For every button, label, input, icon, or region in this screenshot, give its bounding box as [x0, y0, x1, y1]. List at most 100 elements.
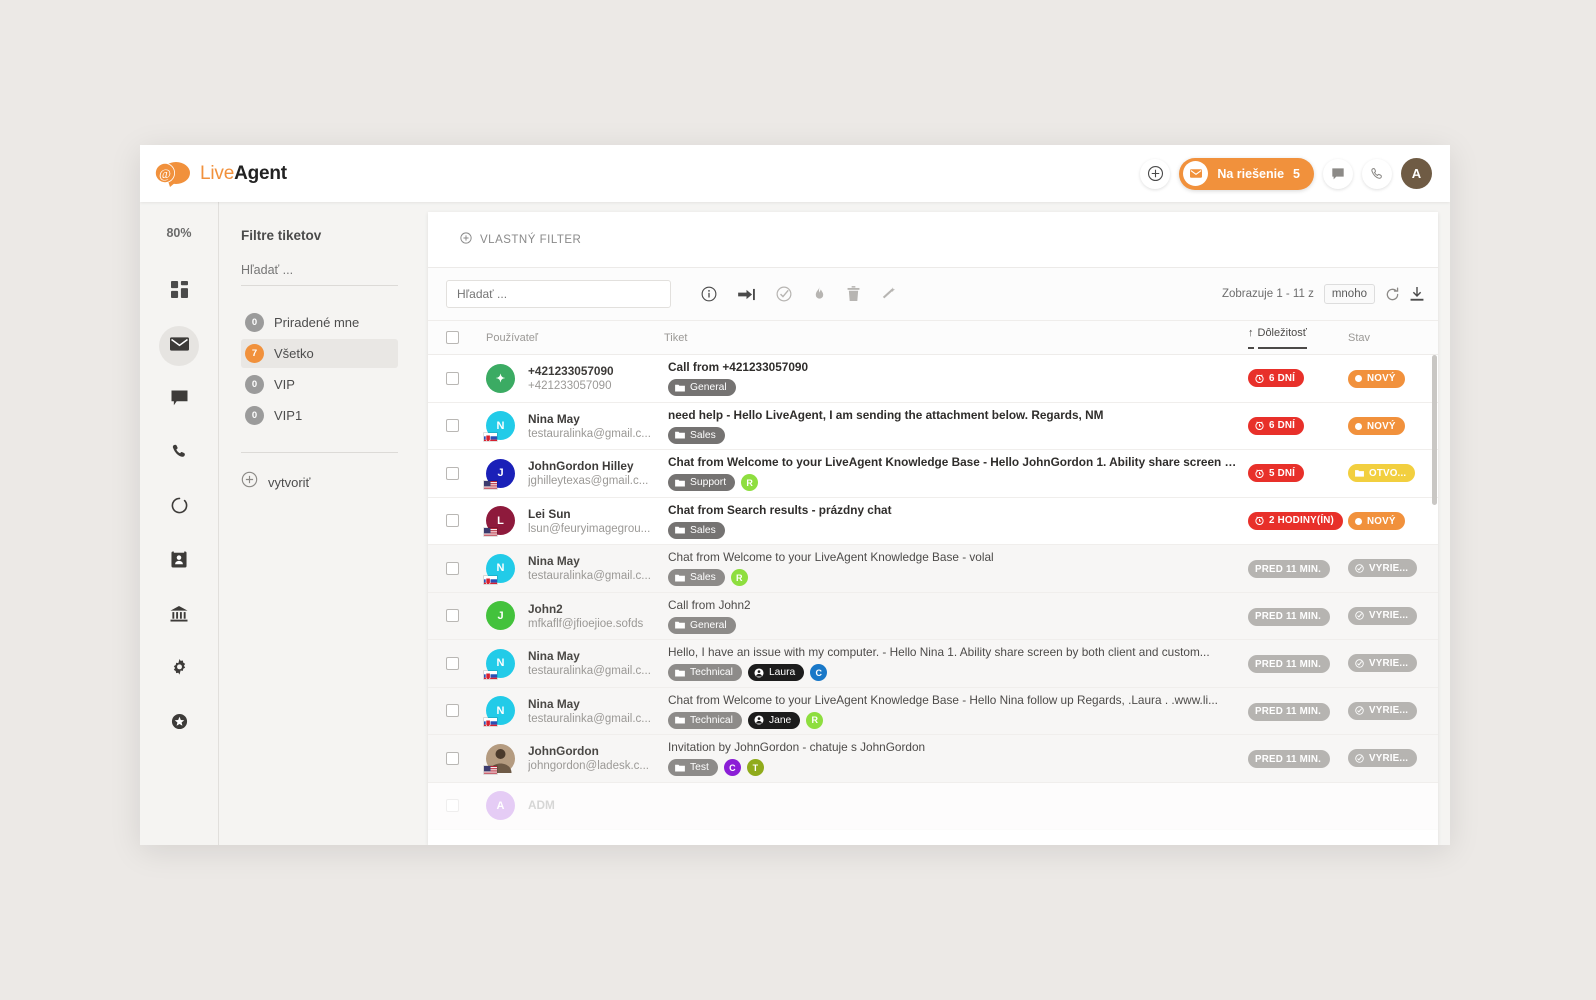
column-header-user[interactable]: Používateľ: [486, 332, 664, 344]
filters-search-input[interactable]: [241, 260, 398, 286]
row-state-cell: VYRIE...: [1348, 654, 1438, 673]
table-row[interactable]: JohnGordon johngordon@ladesk.c... Invitati…: [428, 735, 1438, 783]
tag-agent[interactable]: Jane: [747, 711, 801, 729]
ticket-subject: need help - Hello LiveAgent, I am sendin…: [668, 407, 1104, 422]
table-row[interactable]: N Nina May testauralinka@gmail.c... need he…: [428, 402, 1438, 450]
tag-dot[interactable]: C: [810, 664, 828, 682]
tag-department[interactable]: Sales: [668, 426, 725, 444]
filter-label: Všetko: [274, 346, 314, 361]
solve-queue-button[interactable]: Na riešenie 5: [1179, 157, 1314, 190]
tag-department[interactable]: Technical: [668, 664, 742, 682]
row-user-cell: Lei Sun lsun@feuryimagegrou...: [528, 507, 668, 535]
filter-count-badge: 0: [245, 406, 264, 425]
row-checkbox[interactable]: [446, 609, 459, 623]
table-row[interactable]: L Lei Sun lsun@feuryimagegrou... Chat from …: [428, 497, 1438, 545]
table-row[interactable]: N Nina May testauralinka@gmail.c... Hello, …: [428, 640, 1438, 688]
row-checkbox-cell: [446, 609, 486, 623]
chat-bubble-icon: [171, 389, 188, 411]
row-checkbox[interactable]: [446, 704, 459, 718]
tag-dot[interactable]: C: [723, 759, 741, 777]
ticket-filters-panel: Filtre tiketov 0 Priradené mne 7 Všetko …: [218, 202, 418, 845]
download-icon[interactable]: [1410, 286, 1424, 302]
info-circle-icon[interactable]: [701, 286, 717, 302]
sidebar-item-reports[interactable]: [159, 596, 199, 636]
filter-item-all[interactable]: 7 Všetko: [241, 339, 398, 368]
column-header-ticket[interactable]: Tiket: [664, 332, 1248, 344]
user-email: jghilleytexas@gmail.c...: [528, 475, 649, 488]
column-header-state[interactable]: Stav: [1348, 332, 1438, 344]
row-checkbox[interactable]: [446, 561, 459, 575]
liveagent-logo[interactable]: @ LiveAgent: [154, 161, 287, 187]
vertical-scrollbar[interactable]: [1432, 355, 1437, 505]
row-checkbox[interactable]: [446, 514, 459, 528]
tag-dot[interactable]: R: [741, 474, 759, 492]
tickets-table-body[interactable]: ✦ +421233057090 +421233057090 Call from +42…: [428, 355, 1438, 845]
chat-bubble-icon[interactable]: [1323, 158, 1353, 189]
row-checkbox[interactable]: [446, 656, 459, 670]
tag-department[interactable]: Sales: [668, 569, 725, 587]
flag-icon: [483, 527, 498, 538]
table-row[interactable]: A ADM: [428, 782, 1438, 830]
page-size-select[interactable]: mnoho: [1323, 284, 1375, 304]
toolbar-icon-group: [701, 286, 897, 302]
wand-icon[interactable]: [881, 286, 897, 302]
refresh-icon[interactable]: [1385, 286, 1400, 302]
sidebar-item-calls[interactable]: [159, 434, 199, 474]
row-ticket-cell: Hello, I have an issue with my computer.…: [668, 645, 1248, 682]
table-row[interactable]: J John2 mfkaflf@jfioejioe.sofds Call from J…: [428, 592, 1438, 640]
create-filter-button[interactable]: vytvoriť: [241, 471, 398, 493]
sidebar-item-settings[interactable]: [159, 650, 199, 690]
row-checkbox[interactable]: [446, 466, 459, 480]
fire-icon[interactable]: [813, 286, 826, 302]
tag-agent[interactable]: Laura: [747, 664, 805, 682]
plus-circle-icon[interactable]: [1140, 158, 1171, 189]
forward-arrow-icon[interactable]: [738, 288, 755, 301]
tag-dot[interactable]: T: [746, 759, 764, 777]
svg-text:@: @: [159, 166, 171, 181]
table-row[interactable]: N Nina May testauralinka@gmail.c... Chat fr…: [428, 687, 1438, 735]
row-user-cell: Nina May testauralinka@gmail.c...: [528, 554, 668, 582]
sidebar-item-contacts[interactable]: [159, 542, 199, 582]
flag-icon: [483, 574, 498, 585]
row-checkbox[interactable]: [446, 371, 459, 385]
user-name: ADM: [528, 797, 555, 812]
liveagent-app-window: @ LiveAgent Na riešenie 5 A 80% Filtre t…: [140, 145, 1450, 845]
tag-department[interactable]: Sales: [668, 521, 725, 539]
check-circle-icon[interactable]: [776, 286, 792, 302]
tag-department[interactable]: Support: [668, 474, 736, 492]
filter-count-badge: 0: [245, 313, 264, 332]
tag-label: Sales: [690, 524, 716, 536]
tab-custom-filter[interactable]: VLASTNÝ FILTER: [460, 232, 581, 247]
avatar[interactable]: A: [1401, 158, 1432, 189]
table-row[interactable]: J JohnGordon Hilley jghilleytexas@gmail.c.…: [428, 450, 1438, 498]
sidebar-item-activity[interactable]: [159, 488, 199, 528]
filter-count-badge: 7: [245, 344, 264, 363]
priority-label: PRED 11 MIN.: [1255, 563, 1322, 575]
tag-department[interactable]: Test: [668, 759, 718, 777]
row-checkbox-cell: [446, 514, 486, 528]
sidebar-item-dashboard[interactable]: [159, 272, 199, 312]
row-checkbox-cell: [446, 371, 486, 385]
tag-dot[interactable]: R: [730, 569, 748, 587]
phone-icon[interactable]: [1362, 158, 1392, 189]
tag-label: General: [690, 619, 727, 631]
select-all-checkbox[interactable]: [446, 331, 459, 344]
table-row[interactable]: N Nina May testauralinka@gmail.c... Chat fr…: [428, 545, 1438, 593]
sidebar-item-chats[interactable]: [159, 380, 199, 420]
row-checkbox[interactable]: [446, 419, 459, 433]
table-row[interactable]: ✦ +421233057090 +421233057090 Call from +42…: [428, 355, 1438, 403]
filter-item-vip1[interactable]: 0 VIP1: [241, 401, 398, 430]
row-checkbox[interactable]: [446, 799, 459, 813]
row-checkbox[interactable]: [446, 751, 459, 765]
tag-department[interactable]: Technical: [668, 711, 742, 729]
sidebar-item-favorites[interactable]: [159, 704, 199, 744]
tag-department[interactable]: General: [668, 379, 736, 397]
tag-department[interactable]: General: [668, 616, 736, 634]
tag-dot[interactable]: R: [806, 711, 824, 729]
search-input[interactable]: [446, 280, 671, 308]
filter-item-assigned-to-me[interactable]: 0 Priradené mne: [241, 308, 398, 337]
column-header-priority[interactable]: ↑ Dôležitosť: [1248, 327, 1348, 349]
sidebar-item-tickets[interactable]: [159, 326, 199, 366]
filter-item-vip[interactable]: 0 VIP: [241, 370, 398, 399]
trash-icon[interactable]: [847, 286, 860, 302]
